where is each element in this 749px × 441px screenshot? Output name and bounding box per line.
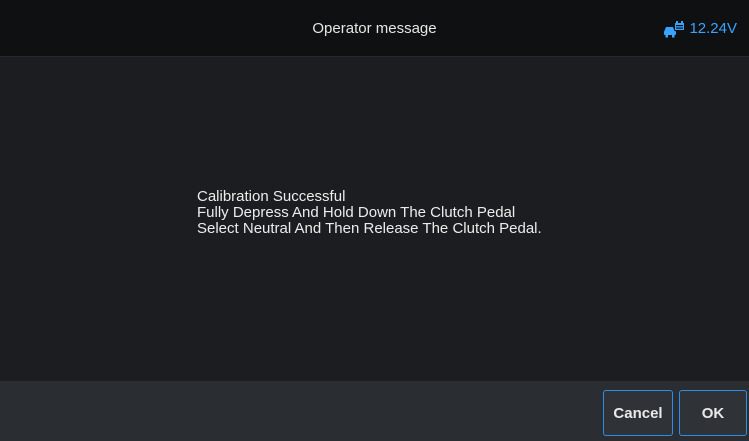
header-bar: Operator message 12.24V <box>0 0 749 57</box>
vehicle-battery-icon <box>663 20 685 38</box>
battery-voltage-indicator: 12.24V <box>663 0 737 57</box>
operator-message-screen: Operator message 12.24V Calibration Succ… <box>0 0 749 441</box>
voltage-value: 12.24V <box>689 20 737 37</box>
page-title: Operator message <box>312 20 437 37</box>
message-line: Fully Depress And Hold Down The Clutch P… <box>197 204 516 221</box>
operator-message-text: Calibration Successful Fully Depress And… <box>197 189 542 237</box>
message-panel: Calibration Successful Fully Depress And… <box>0 57 749 381</box>
ok-button[interactable]: OK <box>679 390 747 436</box>
message-line: Calibration Successful <box>197 188 346 205</box>
message-line: Select Neutral And Then Release The Clut… <box>197 220 542 237</box>
footer-bar: Cancel OK <box>0 381 749 441</box>
cancel-button[interactable]: Cancel <box>603 390 673 436</box>
